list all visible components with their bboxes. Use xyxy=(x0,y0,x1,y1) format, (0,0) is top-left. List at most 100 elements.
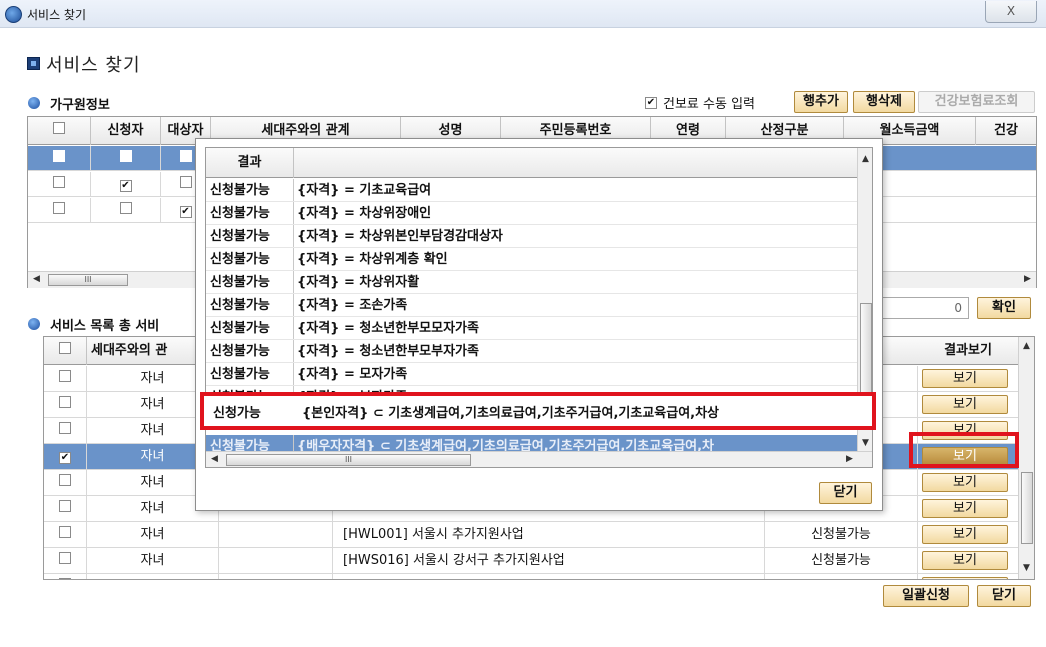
view-result-button[interactable]: 보기 xyxy=(922,395,1008,414)
close-button[interactable]: 닫기 xyxy=(977,585,1031,607)
row-select-checkbox[interactable] xyxy=(53,176,65,188)
scroll-thumb[interactable] xyxy=(1021,472,1033,544)
popup-close-button[interactable]: 닫기 xyxy=(819,482,872,504)
delete-row-button[interactable]: 행삭제 xyxy=(853,91,915,113)
row-select-cell xyxy=(44,496,87,521)
view-cell: 보기 xyxy=(918,392,1018,417)
view-cell: 보기 xyxy=(918,470,1018,495)
row-checkbox[interactable]: ✔ xyxy=(59,452,71,464)
insurance-lookup-button[interactable]: 건강보험료조회 xyxy=(918,91,1035,113)
services-vscrollbar[interactable]: ▲ ▼ xyxy=(1018,337,1034,579)
scroll-up-icon[interactable]: ▲ xyxy=(1023,341,1030,351)
status-cell: 신청불가능 xyxy=(765,574,918,579)
bulk-apply-button[interactable]: 일괄신청 xyxy=(883,585,969,607)
header-select-all[interactable] xyxy=(44,337,87,365)
result-row[interactable]: 신청불가능 {자격} = 청소년한부모모자가족 xyxy=(206,317,857,340)
result-detail: {자격} = 조손가족 xyxy=(297,298,408,313)
target-checkbox[interactable] xyxy=(179,150,192,162)
result-detail: {자격} = 차상위자활 xyxy=(297,275,420,290)
row-select-cell xyxy=(28,172,91,197)
applicant-checkbox[interactable] xyxy=(119,202,132,214)
row-select-checkbox[interactable] xyxy=(53,150,65,162)
applicant-cell xyxy=(91,198,161,223)
count-input[interactable]: 0 xyxy=(880,297,969,319)
view-button-highlight xyxy=(909,432,1019,468)
row-select-cell xyxy=(28,198,91,223)
header-select-all[interactable] xyxy=(28,117,91,145)
service-row[interactable]: 자녀 [HWS016] 서울시 강서구 추가지원사업 신청불가능 보기 xyxy=(44,548,1018,574)
result-row[interactable]: 신청불가능 {자격} = 차상위자활 xyxy=(206,271,857,294)
target-checkbox[interactable] xyxy=(179,176,192,188)
service-name-cell: [HWL001] 서울시 추가지원사업 xyxy=(333,522,765,547)
result-status: 신청불가능 xyxy=(210,183,270,198)
manual-entry-toggle[interactable]: ✔ 건보료 수동 입력 xyxy=(645,93,755,112)
view-result-button[interactable]: 보기 xyxy=(922,525,1008,544)
result-row[interactable]: 신청불가능 {자격} = 차상위본인부담경감대상자 xyxy=(206,225,857,248)
result-row[interactable]: 신청불가능 {자격} = 모자가족 xyxy=(206,363,857,386)
select-all-checkbox[interactable] xyxy=(53,122,65,134)
view-cell: 보기 xyxy=(918,548,1018,573)
scroll-right-icon[interactable]: ▶ xyxy=(1024,274,1031,284)
row-checkbox[interactable] xyxy=(59,422,71,434)
column-header-result: 결과 xyxy=(206,148,294,178)
scroll-left-icon[interactable]: ◀ xyxy=(33,274,40,284)
view-cell: 보기 xyxy=(918,366,1018,391)
result-row-highlighted[interactable]: 신청가능 {본인자격} ⊂ 기초생계급여,기초의료급여,기초주거급여,기초교육급… xyxy=(200,392,876,430)
scroll-right-icon[interactable]: ▶ xyxy=(846,454,853,464)
view-result-button[interactable]: 보기 xyxy=(922,499,1008,518)
result-row[interactable]: 신청불가능 {자격} = 차상위계층 확인 xyxy=(206,248,857,271)
window-titlebar: 서비스 찾기 X xyxy=(0,0,1046,28)
result-row[interactable]: 신청불가능 {자격} = 조손가족 xyxy=(206,294,857,317)
service-row[interactable]: 자녀 [TIE001] 에너지바우처지원신청불가능보기 xyxy=(44,574,1018,579)
row-checkbox[interactable] xyxy=(59,526,71,538)
result-hscrollbar[interactable]: ◀ III ▶ xyxy=(206,451,872,467)
row-checkbox[interactable] xyxy=(59,370,71,382)
row-checkbox[interactable] xyxy=(59,396,71,408)
result-status: 신청불가능 xyxy=(210,367,270,382)
row-select-cell xyxy=(44,574,87,579)
scroll-thumb[interactable]: III xyxy=(48,274,128,286)
scroll-down-icon[interactable]: ▼ xyxy=(862,438,869,448)
result-row[interactable]: 신청불가능 {자격} = 기초교육급여 xyxy=(206,179,857,202)
row-checkbox[interactable] xyxy=(59,552,71,564)
app-icon xyxy=(5,6,22,23)
services-section-title: 서비스 목록 총 서비 xyxy=(50,319,160,334)
row-checkbox[interactable] xyxy=(59,578,71,579)
applicant-checkbox[interactable]: ✔ xyxy=(119,180,132,192)
applicant-cell xyxy=(91,146,161,171)
select-all-checkbox[interactable] xyxy=(59,342,71,354)
applicant-checkbox[interactable] xyxy=(119,150,132,162)
view-result-button[interactable]: 보기 xyxy=(922,577,1008,579)
row-checkbox[interactable] xyxy=(59,500,71,512)
target-checkbox[interactable]: ✔ xyxy=(179,206,192,218)
window-close-button[interactable]: X xyxy=(985,1,1037,23)
confirm-button[interactable]: 확인 xyxy=(977,297,1031,319)
view-result-button[interactable]: 보기 xyxy=(922,551,1008,570)
result-detail: {자격} = 청소년한부모부자가족 xyxy=(297,344,479,359)
service-row[interactable]: 자녀 [HWL001] 서울시 추가지원사업 신청불가능 보기 xyxy=(44,522,1018,548)
row-select-cell xyxy=(44,418,87,443)
result-detail: {자격} = 모자가족 xyxy=(297,367,408,382)
window-title: 서비스 찾기 xyxy=(27,8,87,22)
result-detail: {자격} = 기초교육급여 xyxy=(297,183,432,198)
add-row-button[interactable]: 행추가 xyxy=(794,91,848,113)
result-row[interactable]: 신청불가능 {자격} = 청소년한부모부자가족 xyxy=(206,340,857,363)
row-checkbox[interactable] xyxy=(59,474,71,486)
view-cell: 보기 xyxy=(918,496,1018,521)
row-select-cell xyxy=(28,146,91,171)
result-status: 신청불가능 xyxy=(210,321,270,336)
scroll-down-icon[interactable]: ▼ xyxy=(1023,563,1030,573)
view-result-button[interactable]: 보기 xyxy=(922,369,1008,388)
scroll-left-icon[interactable]: ◀ xyxy=(211,454,218,464)
row-select-cell xyxy=(44,548,87,573)
row-select-cell: ✔ xyxy=(44,444,87,469)
row-select-checkbox[interactable] xyxy=(53,202,65,214)
manual-entry-checkbox[interactable]: ✔ xyxy=(645,96,657,109)
view-result-button[interactable]: 보기 xyxy=(922,473,1008,492)
blank-cell xyxy=(219,574,333,579)
scroll-up-icon[interactable]: ▲ xyxy=(862,154,869,164)
result-detail: {본인자격} ⊂ 기초생계급여,기초의료급여,기초주거급여,기초교육급여,차상 xyxy=(302,406,720,421)
result-row[interactable]: 신청불가능 {자격} = 차상위장애인 xyxy=(206,202,857,225)
scroll-thumb[interactable]: III xyxy=(226,454,471,466)
view-cell: 보기 xyxy=(918,574,1018,579)
